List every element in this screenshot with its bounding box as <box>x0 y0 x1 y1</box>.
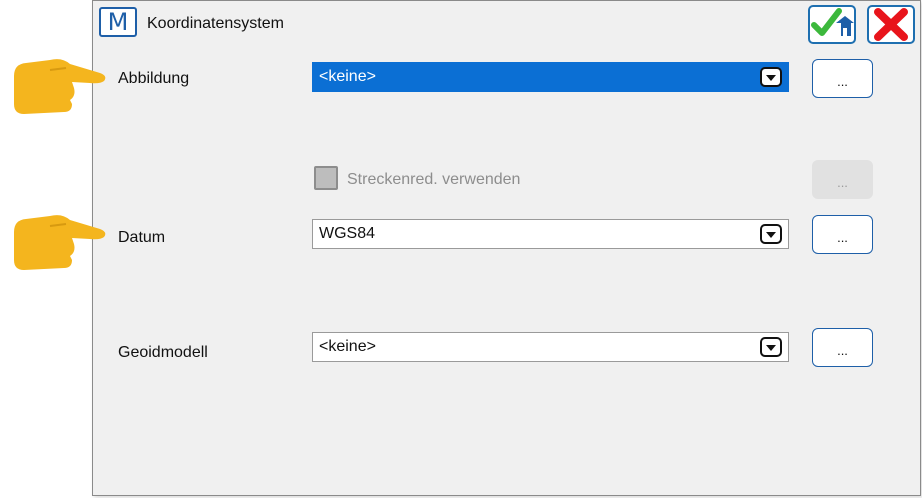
geoidmodell-value: <keine> <box>319 338 376 355</box>
geoidmodell-select[interactable]: <keine> <box>312 332 789 362</box>
cancel-button[interactable] <box>867 5 915 44</box>
abbildung-value: <keine> <box>319 68 376 85</box>
abbildung-more-button[interactable]: ... <box>812 59 873 98</box>
app-logo-icon: M <box>99 7 137 37</box>
datum-label: Datum <box>118 229 166 246</box>
geoidmodell-label: Geoidmodell <box>118 344 208 361</box>
app-logo-letter: M <box>107 8 129 36</box>
datum-value: WGS84 <box>319 225 376 242</box>
abbildung-label: Abbildung <box>118 70 190 87</box>
streckenred-more-button[interactable]: ... <box>812 160 873 199</box>
check-home-icon <box>811 8 854 36</box>
pointing-hand-icon <box>14 59 106 114</box>
pointing-hand-icon <box>14 215 106 270</box>
window-title: Koordinatensystem <box>147 15 284 32</box>
abbildung-select[interactable]: <keine> <box>312 62 789 92</box>
streckenred-checkbox[interactable] <box>314 166 338 190</box>
datum-select[interactable]: WGS84 <box>312 219 789 249</box>
confirm-button[interactable] <box>808 5 856 44</box>
chevron-down-icon[interactable] <box>760 67 782 87</box>
streckenred-label: Streckenred. verwenden <box>347 171 521 188</box>
close-icon <box>874 8 908 41</box>
chevron-down-icon[interactable] <box>760 224 782 244</box>
geoidmodell-more-button[interactable]: ... <box>812 328 873 367</box>
chevron-down-icon[interactable] <box>760 337 782 357</box>
datum-more-button[interactable]: ... <box>812 215 873 254</box>
